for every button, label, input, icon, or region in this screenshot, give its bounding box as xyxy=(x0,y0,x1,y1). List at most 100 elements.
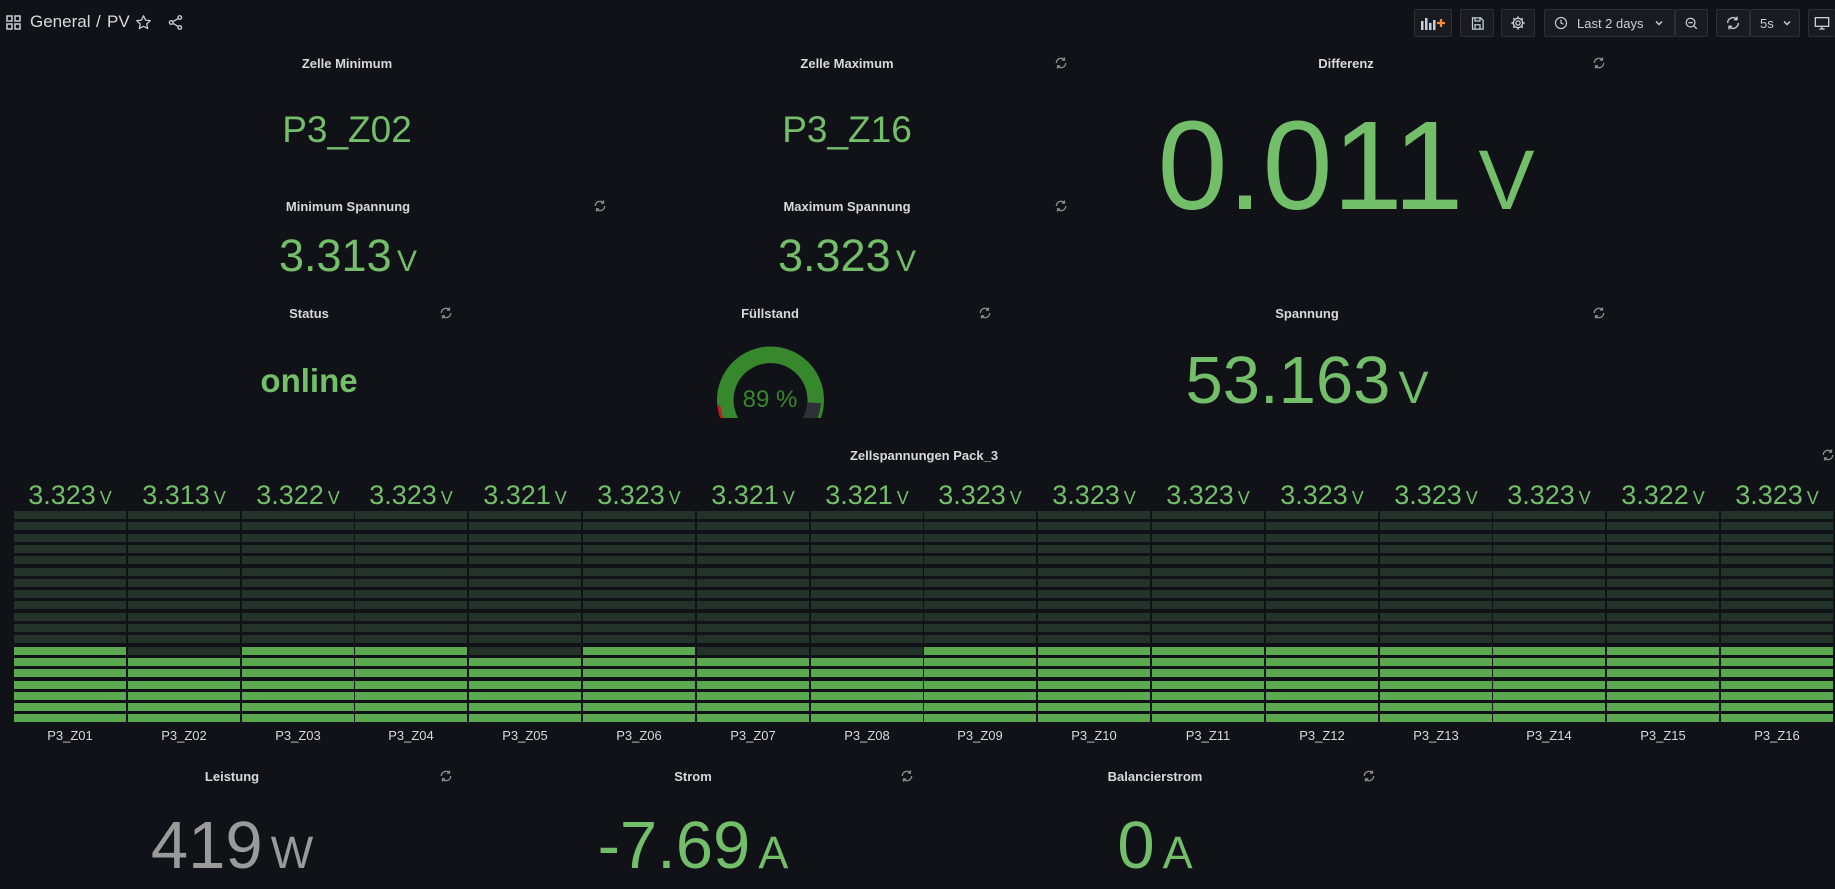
cell-bar-segment xyxy=(128,658,240,666)
panel-refresh-icon xyxy=(1822,449,1834,461)
cell-bar-segment xyxy=(697,681,809,689)
cell-bar-segment xyxy=(583,522,695,530)
cell-bar-segment xyxy=(811,601,923,609)
cell-name-label: P3_Z12 xyxy=(1299,728,1345,743)
cell-bar-segment xyxy=(811,590,923,598)
cell-bar-segment xyxy=(1266,681,1378,689)
balancierstrom-stat: 0A xyxy=(1117,812,1192,879)
panel-refresh-icon xyxy=(594,200,606,212)
cell-bar-segment xyxy=(1493,669,1605,677)
cell-bar-segment xyxy=(469,681,581,689)
cell-voltage-unit: V xyxy=(1806,488,1819,508)
cell-name-label: P3_Z06 xyxy=(616,728,662,743)
cell-bar-segment xyxy=(811,522,923,530)
zoom-out-button[interactable] xyxy=(1675,9,1708,37)
differenz-value: 0.011 xyxy=(1157,95,1464,236)
refresh-interval-picker[interactable]: 5s xyxy=(1750,9,1800,37)
cell-bar-segment xyxy=(583,703,695,711)
minimum-spannung-stat: 3.313 V xyxy=(279,233,417,278)
monitor-icon xyxy=(1814,17,1830,30)
cell-voltage-unit: V xyxy=(1465,488,1478,508)
cell-voltage-value: 3.321 xyxy=(711,480,779,510)
cell-bar-segment xyxy=(924,590,1036,598)
cell-bar-segment xyxy=(355,635,467,643)
cell-bar-segment xyxy=(583,556,695,564)
cell-voltage-11: 3.323 V xyxy=(1152,482,1264,509)
cell-bar-segment xyxy=(14,613,126,621)
cell-bar-segment xyxy=(1380,534,1492,542)
cell-name-label: P3_Z15 xyxy=(1640,728,1686,743)
cell-bar-segment xyxy=(14,635,126,643)
cell-bar-segment xyxy=(1380,613,1492,621)
star-icon[interactable] xyxy=(135,14,152,31)
cell-bar-segment xyxy=(1721,579,1833,587)
cell-voltage-unit: V xyxy=(782,488,795,508)
add-panel-button[interactable] xyxy=(1414,9,1452,37)
breadcrumb-folder[interactable]: General xyxy=(30,12,90,32)
cell-bar-segment xyxy=(128,692,240,700)
cell-bar-segment xyxy=(14,692,126,700)
differenz-unit: V xyxy=(1478,133,1535,227)
cell-bar-segment xyxy=(469,534,581,542)
refresh-button[interactable] xyxy=(1716,9,1750,37)
cell-bar-segment xyxy=(128,522,240,530)
cell-bar-7 xyxy=(697,511,809,725)
leistung-unit: W xyxy=(270,827,314,878)
share-icon[interactable] xyxy=(167,14,184,31)
cell-bar-segment xyxy=(469,511,581,519)
cell-name-label: P3_Z14 xyxy=(1526,728,1572,743)
cell-voltage-16: 3.323 V xyxy=(1721,482,1833,509)
cell-bar-segment xyxy=(1493,613,1605,621)
cell-bar-segment xyxy=(1721,556,1833,564)
cell-bar-segment xyxy=(355,522,467,530)
cell-voltage-value: 3.322 xyxy=(256,480,324,510)
cell-name-label: P3_Z01 xyxy=(47,728,93,743)
panel-refresh-icon xyxy=(1055,200,1067,212)
cell-bar-segment xyxy=(1380,669,1492,677)
cell-bar-segment xyxy=(128,534,240,542)
cell-bar-segment xyxy=(1607,568,1719,576)
cell-voltage-13: 3.323 V xyxy=(1380,482,1492,509)
cell-bar-segment xyxy=(1152,692,1264,700)
cell-bar-segment xyxy=(811,613,923,621)
cell-bar-segment xyxy=(1266,568,1378,576)
cell-bar-segment xyxy=(1266,601,1378,609)
tv-mode-button[interactable] xyxy=(1808,9,1835,37)
cell-bar-segment xyxy=(1493,545,1605,553)
cell-bar-segment xyxy=(811,692,923,700)
dashboard-settings-button[interactable] xyxy=(1501,9,1535,37)
cell-voltage-6: 3.323 V xyxy=(583,482,695,509)
cell-bar-segment xyxy=(14,658,126,666)
cell-bar-segment xyxy=(355,714,467,722)
cell-bar-segment xyxy=(1607,635,1719,643)
cell-bar-segment xyxy=(924,714,1036,722)
time-range-picker[interactable]: Last 2 days xyxy=(1544,9,1675,37)
cell-bar-16 xyxy=(1721,511,1833,725)
save-dashboard-button[interactable] xyxy=(1460,9,1494,37)
cell-bar-segment xyxy=(1607,647,1719,655)
cell-bar-segment xyxy=(697,692,809,700)
cell-bar-segment xyxy=(14,714,126,722)
cell-bar-segment xyxy=(924,556,1036,564)
cell-bar-segment xyxy=(242,669,354,677)
cell-bar-segment xyxy=(583,601,695,609)
cell-bar-segment xyxy=(924,658,1036,666)
cell-bar-segment xyxy=(697,669,809,677)
cell-bar-segment xyxy=(1038,579,1150,587)
cell-bar-segment xyxy=(811,534,923,542)
cell-bar-segment xyxy=(1152,613,1264,621)
cell-bar-segment xyxy=(811,511,923,519)
refresh-interval-label: 5s xyxy=(1760,15,1774,31)
cell-bar-segment xyxy=(1038,568,1150,576)
cell-voltage-value: 3.323 xyxy=(1735,480,1803,510)
breadcrumb-dashboard[interactable]: PV xyxy=(107,12,130,32)
cell-bar-13 xyxy=(1380,511,1492,725)
panel-title-fuellstand: Füllstand xyxy=(741,306,799,321)
cell-voltage-unit: V xyxy=(668,488,681,508)
cell-bar-segment xyxy=(1266,590,1378,598)
dashboards-grid-icon[interactable] xyxy=(6,15,21,30)
cell-bar-segment xyxy=(1607,545,1719,553)
cell-bar-segment xyxy=(1266,635,1378,643)
cell-bar-segment xyxy=(811,635,923,643)
cell-bar-segment xyxy=(1380,681,1492,689)
